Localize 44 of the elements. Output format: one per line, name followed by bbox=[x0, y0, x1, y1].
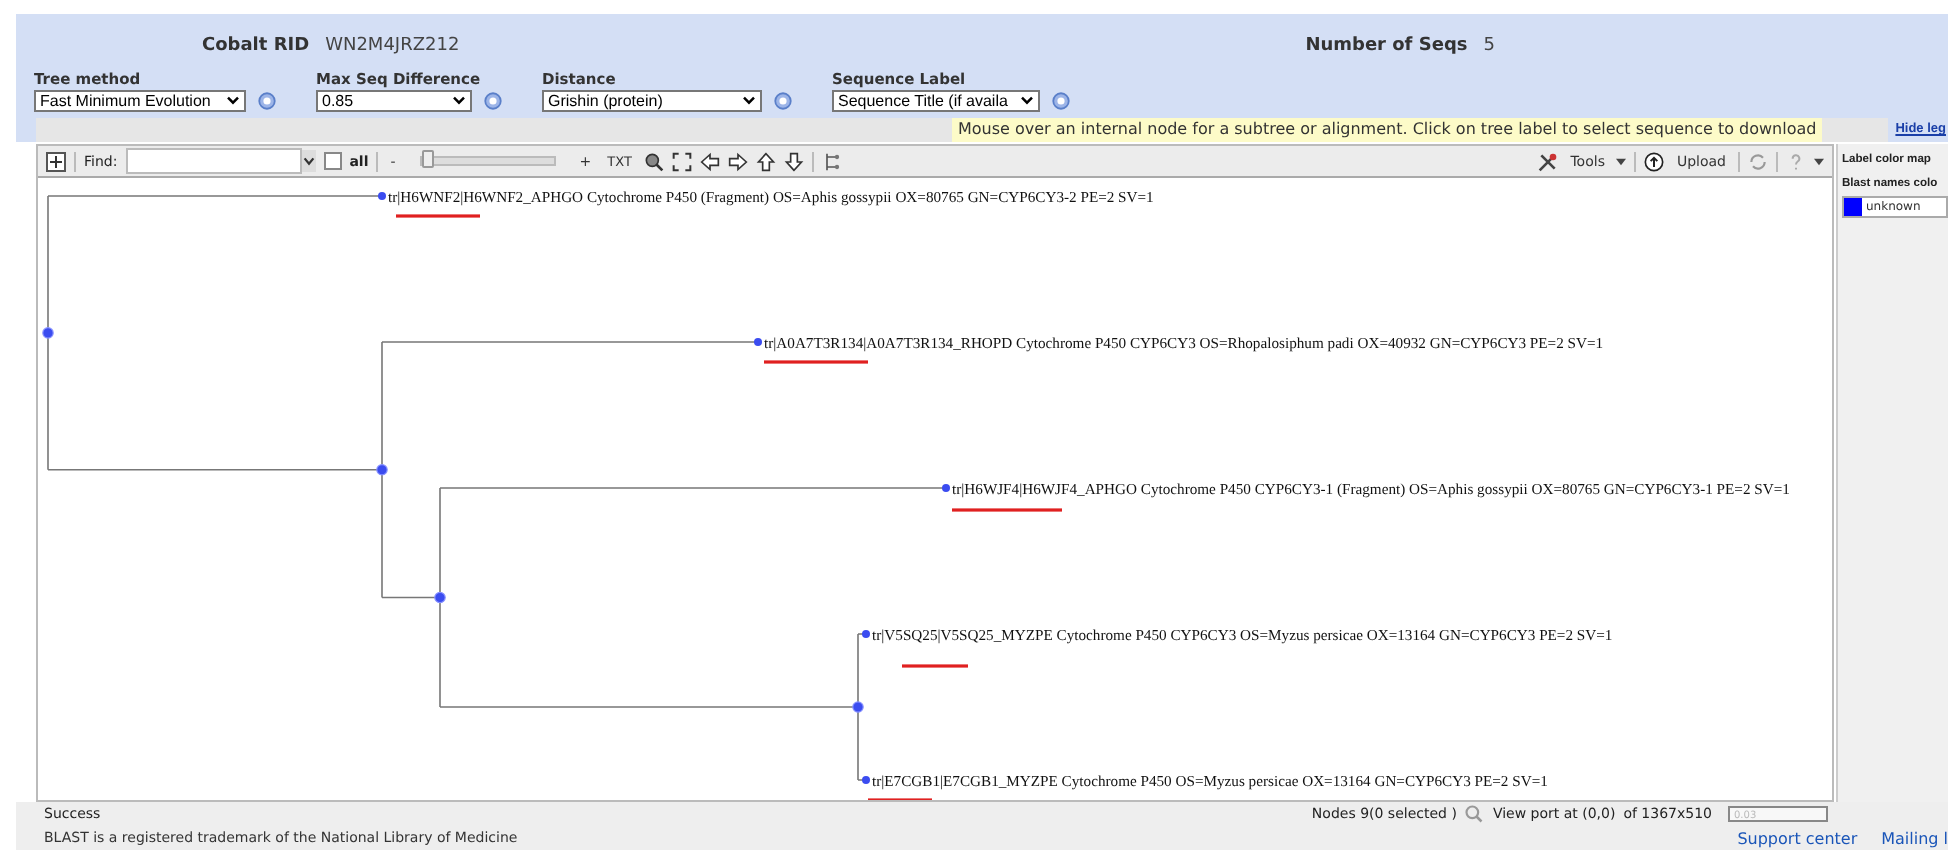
tree-node[interactable] bbox=[376, 463, 388, 476]
leaf-node[interactable] bbox=[862, 630, 870, 638]
help-icon[interactable] bbox=[484, 92, 502, 110]
tools-icon[interactable] bbox=[1538, 151, 1559, 171]
expand-icon[interactable] bbox=[46, 151, 66, 171]
slider-thumb[interactable] bbox=[421, 150, 434, 168]
footer-link[interactable]: Mailing l bbox=[1881, 829, 1948, 847]
caret-icon[interactable] bbox=[1616, 157, 1627, 165]
upload-icon[interactable] bbox=[1644, 151, 1665, 171]
chevron-icon bbox=[1020, 96, 1034, 106]
dropdown[interactable]: Sequence Title (if availa bbox=[832, 90, 1040, 112]
help-icon[interactable] bbox=[258, 92, 276, 110]
seqs-value: 5 bbox=[1483, 36, 1495, 56]
hint-message: Mouse over an internal node for a subtree or alignment. Click on tree label to select sequence to download bbox=[952, 118, 1823, 142]
zoom-slider[interactable] bbox=[419, 156, 556, 166]
dropdown[interactable]: 0.85 bbox=[316, 90, 472, 112]
tree-node[interactable] bbox=[852, 701, 864, 713]
chevron-icon bbox=[742, 96, 756, 106]
tree-node[interactable] bbox=[42, 327, 54, 339]
tree-layout-icon[interactable] bbox=[821, 151, 842, 171]
tree-node[interactable] bbox=[434, 591, 446, 604]
fit-screen-icon[interactable] bbox=[671, 151, 692, 171]
chevron-icon bbox=[226, 96, 240, 106]
footer-link[interactable]: Support center bbox=[1737, 829, 1858, 847]
dropdown[interactable]: Fast Minimum Evolution bbox=[34, 90, 246, 112]
leaf-node[interactable] bbox=[378, 192, 386, 200]
leaf-node[interactable] bbox=[754, 338, 762, 346]
dropdown[interactable]: Grishin (protein) bbox=[542, 90, 762, 112]
left-arrow-icon[interactable] bbox=[699, 151, 720, 171]
all-checkbox[interactable] bbox=[323, 152, 342, 170]
seqs-label: Number of Seqs bbox=[1305, 36, 1468, 56]
leaf-node[interactable] bbox=[942, 484, 950, 492]
help-icon[interactable] bbox=[774, 92, 792, 110]
right-arrow-icon[interactable] bbox=[727, 151, 748, 171]
down-arrow-icon[interactable] bbox=[783, 151, 804, 171]
rid-label: Cobalt RID bbox=[202, 36, 310, 56]
help-icon[interactable] bbox=[1052, 92, 1070, 110]
rid-value: WN2M4JRZ212 bbox=[325, 36, 460, 56]
find-field[interactable] bbox=[125, 148, 302, 174]
caret-icon[interactable] bbox=[1814, 157, 1824, 165]
search-icon[interactable] bbox=[643, 151, 664, 171]
leaf-node[interactable] bbox=[862, 776, 870, 784]
chevron-icon bbox=[452, 96, 466, 106]
up-arrow-icon[interactable] bbox=[755, 151, 776, 171]
